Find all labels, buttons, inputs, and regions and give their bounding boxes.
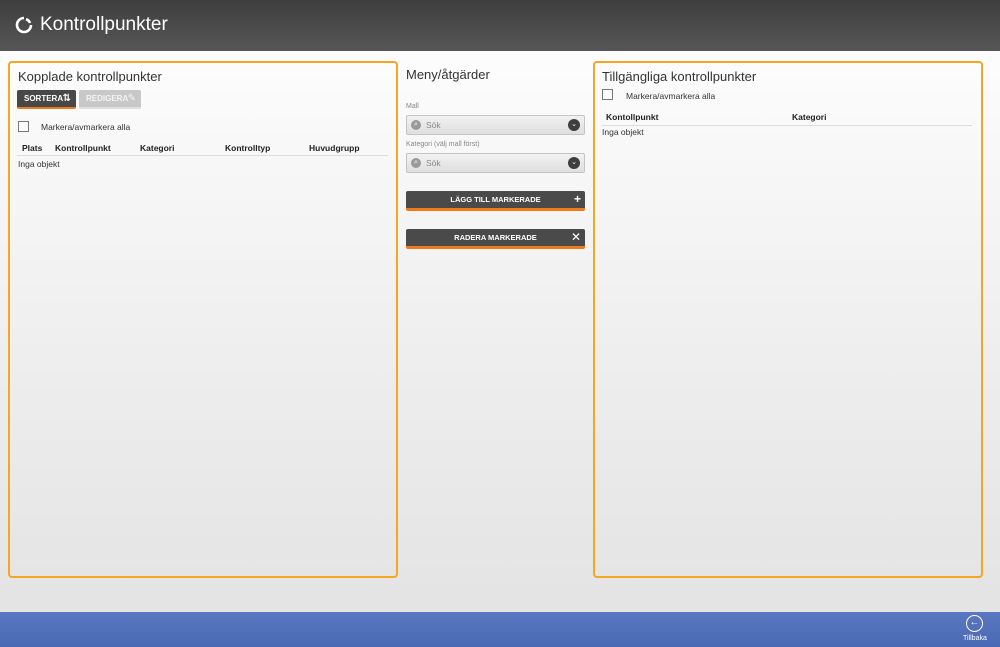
column-header-kategori-right[interactable]: Kategori [792, 112, 826, 122]
back-button-label[interactable]: Tillbaka [963, 635, 987, 642]
column-header-kontrolltyp[interactable]: Kontrolltyp [225, 143, 270, 153]
select-all-label-right: Markera/avmarkera alla [626, 91, 716, 101]
back-arrow-icon[interactable]: ← [966, 615, 983, 632]
available-checkpoints-panel [593, 61, 983, 578]
kategori-select[interactable]: ⌕ Sök ⌄ [406, 153, 585, 173]
kategori-select-text: Sök [426, 158, 441, 168]
available-checkpoints-title: Tillgängliga kontrollpunkter [602, 69, 757, 84]
pencil-icon: ✎ [127, 93, 136, 104]
chevron-down-icon: ⌄ [568, 119, 580, 131]
select-all-checkbox-right[interactable] [602, 89, 613, 100]
empty-list-text-left: Inga objekt [18, 159, 60, 169]
page-title: Kontrollpunkter [40, 14, 168, 35]
column-header-kontollpunkt[interactable]: Kontollpunkt [606, 112, 658, 122]
sort-arrows-icon: ⇅ [62, 93, 71, 104]
app-bar [0, 612, 1000, 647]
empty-list-text-right: Inga objekt [602, 127, 644, 137]
linked-checkpoints-title: Kopplade kontrollpunkter [18, 69, 162, 84]
plus-icon: + [573, 192, 581, 206]
mall-select-text: Sök [426, 120, 441, 130]
menu-actions-title: Meny/åtgärder [406, 67, 490, 82]
column-header-kontrollpunkt[interactable]: Kontrollpunkt [55, 143, 111, 153]
chevron-down-icon: ⌄ [568, 157, 580, 169]
close-icon: ✕ [570, 230, 581, 244]
delete-selected-label: RADERA MARKERADE [454, 233, 537, 242]
add-selected-button[interactable]: LÄGG TILL MARKERADE + [406, 191, 585, 211]
kategori-label: Kategori (välj mall först) [406, 141, 480, 148]
select-all-checkbox-left[interactable] [18, 121, 29, 132]
column-header-kategori[interactable]: Kategori [140, 143, 174, 153]
table-divider-left [17, 155, 388, 156]
search-icon: ⌕ [411, 120, 421, 130]
edit-button[interactable]: REDIGERA ✎ [79, 90, 141, 109]
select-all-label-left: Markera/avmarkera alla [41, 122, 131, 132]
app-header: Kontrollpunkter [0, 0, 1000, 51]
table-divider-right [602, 125, 972, 126]
mall-label: Mall [406, 103, 419, 110]
refresh-ring-icon [15, 16, 33, 34]
column-header-huvudgrupp[interactable]: Huvudgrupp [309, 143, 360, 153]
delete-selected-button[interactable]: RADERA MARKERADE ✕ [406, 229, 585, 249]
mall-select[interactable]: ⌕ Sök ⌄ [406, 115, 585, 135]
add-selected-label: LÄGG TILL MARKERADE [450, 195, 541, 204]
linked-checkpoints-panel [8, 61, 398, 578]
search-icon: ⌕ [411, 158, 421, 168]
sort-button[interactable]: SORTERA ⇅ [17, 90, 76, 109]
column-header-plats[interactable]: Plats [22, 143, 42, 153]
sort-button-label: SORTERA [24, 94, 64, 103]
edit-button-label: REDIGERA [86, 94, 129, 103]
